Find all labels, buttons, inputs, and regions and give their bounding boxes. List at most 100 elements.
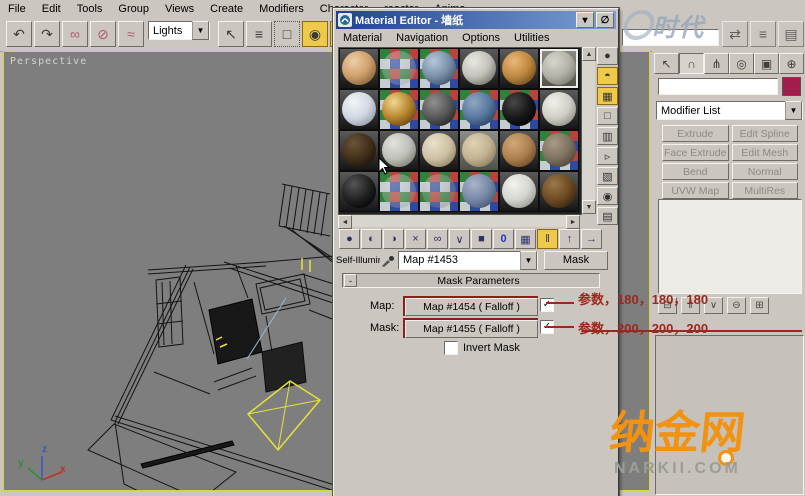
material-sample-slot[interactable] [339, 89, 379, 130]
object-color-swatch[interactable] [782, 77, 801, 96]
material-sample-slot[interactable] [539, 171, 579, 212]
select-object-icon[interactable]: ↖ [218, 21, 244, 47]
scroll-right-icon[interactable]: ► [566, 215, 580, 229]
material-sample-slot[interactable] [459, 89, 499, 130]
modifier-button[interactable]: Extrude [662, 125, 729, 142]
menu-modifiers[interactable]: Modifiers [251, 2, 312, 16]
material-sample-slot[interactable] [419, 171, 459, 212]
layer-manager-icon[interactable]: ▤ [778, 21, 804, 47]
material-sample-slot[interactable] [459, 130, 499, 171]
material-sample-slot[interactable] [459, 48, 499, 89]
modifier-button[interactable]: Edit Mesh [732, 144, 799, 161]
material-map-navigator-icon[interactable]: ▤ [597, 207, 618, 225]
close-button[interactable]: ∅ [596, 12, 614, 28]
tab-display[interactable]: ▣ [754, 53, 779, 74]
material-sample-slot[interactable] [419, 130, 459, 171]
rectangular-selection-region-icon[interactable]: □ [274, 21, 300, 47]
me-menu-options[interactable]: Options [455, 30, 507, 46]
material-sample-slot[interactable] [419, 89, 459, 130]
material-editor-options-icon[interactable]: ▧ [597, 167, 618, 185]
material-sample-slot[interactable] [379, 48, 419, 89]
show-end-result-icon[interactable]: ‖ [537, 229, 558, 249]
make-preview-icon[interactable]: ▹ [597, 147, 618, 165]
modifier-button[interactable]: Face Extrude [662, 144, 729, 161]
menu-create[interactable]: Create [202, 2, 251, 16]
named-selection-set-field[interactable] [622, 29, 719, 46]
menu-views[interactable]: Views [157, 2, 202, 16]
undo-icon[interactable]: ↶ [6, 21, 32, 47]
make-material-copy-icon[interactable]: ∞ [427, 229, 448, 249]
window-crossing-toggle-icon[interactable]: ◉ [302, 21, 328, 47]
me-menu-navigation[interactable]: Navigation [389, 30, 455, 46]
delete-material-icon[interactable]: × [405, 229, 426, 249]
tab-create[interactable]: ↖ [654, 53, 679, 74]
chevron-down-icon[interactable]: ▼ [192, 21, 209, 40]
material-sample-slot[interactable] [499, 171, 539, 212]
map-slot-button[interactable]: Map #1454 ( Falloff ) [405, 298, 538, 316]
select-and-link-icon[interactable]: ∞ [62, 21, 88, 47]
material-sample-slot[interactable] [499, 130, 539, 171]
rollout-collapse-icon[interactable]: - [344, 274, 357, 287]
align-icon[interactable]: ≡ [750, 21, 776, 47]
me-menu-material[interactable]: Material [336, 30, 389, 46]
assign-material-to-selection-icon[interactable]: ◑ [383, 229, 404, 249]
object-name-field[interactable] [658, 78, 778, 95]
pick-material-eyedropper-icon[interactable] [380, 252, 396, 268]
scroll-down-icon[interactable]: ▼ [582, 200, 596, 214]
sample-type-icon[interactable]: ● [597, 47, 618, 65]
material-sample-slot[interactable] [339, 48, 379, 89]
material-sample-slot[interactable] [379, 89, 419, 130]
invert-mask-checkbox[interactable] [444, 341, 458, 355]
menu-file[interactable]: File [0, 2, 34, 16]
scroll-left-icon[interactable]: ◄ [338, 215, 352, 229]
unlink-selection-icon[interactable]: ⊘ [90, 21, 116, 47]
palette-vertical-scrollbar[interactable]: ▲ ▼ [582, 47, 595, 213]
scroll-up-icon[interactable]: ▲ [582, 47, 596, 61]
palette-horizontal-scrollbar[interactable]: ◄ ► [338, 215, 580, 227]
sample-uv-tiling-icon[interactable]: □ [597, 107, 618, 125]
remove-modifier-icon[interactable]: ⊖ [727, 297, 746, 314]
select-by-material-icon[interactable]: ◉ [597, 187, 618, 205]
material-name-dropdown[interactable]: Map #1453 ▼ [398, 251, 538, 270]
show-map-in-viewport-icon[interactable]: ▦ [515, 229, 536, 249]
material-sample-slot[interactable] [499, 89, 539, 130]
me-menu-utilities[interactable]: Utilities [507, 30, 556, 46]
tab-hierarchy[interactable]: ⋔ [704, 53, 729, 74]
tab-modify[interactable]: ∩ [679, 53, 704, 74]
material-sample-slot[interactable] [499, 48, 539, 89]
material-editor-titlebar[interactable]: Material Editor - 墙纸 ▾ ∅ [336, 11, 616, 29]
mirror-icon[interactable]: ⇄ [722, 21, 748, 47]
selection-filter-dropdown[interactable]: Lights ▼ [148, 21, 210, 40]
modifier-stack-list[interactable] [658, 199, 802, 294]
backlight-icon[interactable]: ◓ [597, 67, 618, 85]
chevron-down-icon[interactable]: ▼ [520, 251, 537, 270]
material-sample-slot[interactable] [459, 171, 499, 212]
modifier-button[interactable]: Bend [662, 163, 729, 180]
menu-tools[interactable]: Tools [69, 2, 111, 16]
material-sample-slot[interactable] [539, 89, 579, 130]
modifier-list-dropdown[interactable]: Modifier List ▼ [656, 101, 803, 120]
tab-motion[interactable]: ◎ [729, 53, 754, 74]
redo-icon[interactable]: ↷ [34, 21, 60, 47]
menu-edit[interactable]: Edit [34, 2, 69, 16]
material-sample-slot[interactable] [339, 130, 379, 171]
make-unique-icon[interactable]: ∨ [449, 229, 470, 249]
material-type-button[interactable]: Mask [544, 251, 608, 270]
material-sample-slot[interactable] [379, 171, 419, 212]
chevron-down-icon[interactable]: ▼ [785, 101, 802, 120]
put-material-to-scene-icon[interactable]: ◐ [361, 229, 382, 249]
material-sample-slot[interactable] [419, 48, 459, 89]
viewport-label[interactable]: Perspective [10, 56, 87, 67]
configure-modifier-sets-icon[interactable]: ⊞ [750, 297, 769, 314]
mask-slot-button[interactable]: Map #1455 ( Falloff ) [405, 320, 538, 338]
modifier-button[interactable]: MultiRes [732, 182, 799, 199]
video-color-check-icon[interactable]: ▥ [597, 127, 618, 145]
material-sample-slot[interactable] [339, 171, 379, 212]
mask-parameters-rollout-header[interactable]: - Mask Parameters [342, 273, 600, 288]
select-by-name-icon[interactable]: ≡ [246, 21, 272, 47]
minimize-button[interactable]: ▾ [576, 12, 594, 28]
go-to-parent-icon[interactable]: ↑ [559, 229, 580, 249]
go-forward-to-sibling-icon[interactable]: → [581, 229, 602, 249]
material-sample-slot[interactable] [539, 130, 579, 171]
menu-group[interactable]: Group [110, 2, 157, 16]
